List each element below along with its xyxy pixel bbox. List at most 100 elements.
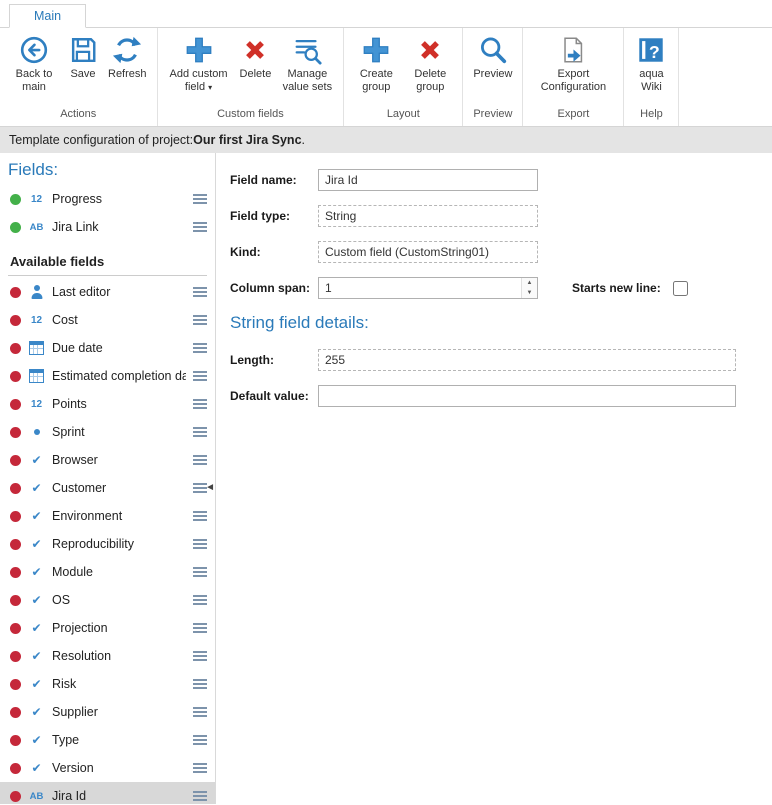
field-type-icon [28,341,45,355]
field-list-item[interactable]: Sprint [0,418,215,446]
drag-handle-icon[interactable] [193,371,207,382]
field-list-item[interactable]: ✔ Environment [0,502,215,530]
drag-handle-icon[interactable] [193,791,207,802]
delete-group-button[interactable]: Delete group [403,33,457,96]
refresh-button[interactable]: Refresh [103,33,152,83]
field-list-item[interactable]: ✔ Type [0,726,215,754]
starts-new-line-checkbox[interactable] [673,281,688,296]
field-list-item[interactable]: ✔ Supplier [0,698,215,726]
drag-handle-icon[interactable] [193,511,207,522]
drag-handle-icon[interactable] [193,707,207,718]
field-item-label: Module [52,565,186,579]
field-type-icon: ✔ [28,593,45,607]
manage-value-sets-button[interactable]: Manage value sets [276,33,338,96]
ribbon-group-label: Help [624,108,678,126]
delete-button[interactable]: Delete [235,33,277,83]
field-status-icon [10,194,21,205]
field-list-item[interactable]: Last editor [0,278,215,306]
drag-handle-icon[interactable] [193,679,207,690]
project-bar: Template configuration of project: Our f… [0,127,772,153]
field-status-icon [10,371,21,382]
drag-handle-icon[interactable] [193,623,207,634]
drag-handle-icon[interactable] [193,651,207,662]
drag-handle-icon[interactable] [193,287,207,298]
back-icon [19,35,49,65]
aqua-wiki-button[interactable]: ? aqua Wiki [629,33,673,96]
field-list-item[interactable]: ✔ Module [0,558,215,586]
button-label: Delete group [408,68,452,94]
drag-handle-icon[interactable] [193,567,207,578]
field-list-item[interactable]: ✔ Projection [0,614,215,642]
field-status-icon [10,315,21,326]
field-config-panel: Field name: Field type: Kind: Column spa… [216,153,772,804]
field-list-item[interactable]: ✔ Reproducibility [0,530,215,558]
manage-value-sets-icon [292,35,322,65]
create-group-button[interactable]: Create group [349,33,403,96]
project-bar-suffix: . [302,133,305,147]
drag-handle-icon[interactable] [193,343,207,354]
column-span-label: Column span: [230,281,318,295]
field-list-item[interactable]: 12 Progress [0,185,215,213]
tab-main[interactable]: Main [9,4,86,28]
button-label: aqua Wiki [634,68,668,94]
default-value-input[interactable] [318,385,736,407]
field-list-item[interactable]: AB Jira Link [0,213,215,241]
drag-handle-icon[interactable] [193,194,207,205]
field-type-icon [28,285,45,299]
length-input[interactable] [318,349,736,371]
sidebar-collapse-icon[interactable]: ◄ [205,483,215,493]
drag-handle-icon[interactable] [193,735,207,746]
field-item-label: Jira Id [52,789,186,803]
field-list-item[interactable]: Due date [0,334,215,362]
preview-button[interactable]: Preview [468,33,517,83]
drag-handle-icon[interactable] [193,763,207,774]
field-status-icon [10,455,21,466]
field-type-input[interactable] [318,205,538,227]
button-label: Preview [473,68,512,81]
field-item-label: Customer [52,481,186,495]
field-list-item[interactable]: 12 Cost [0,306,215,334]
field-status-icon [10,222,21,233]
field-list-item[interactable]: ✔ Risk [0,670,215,698]
export-configuration-button[interactable]: Export Configuration [528,33,618,96]
field-name-label: Field name: [230,173,318,187]
drag-handle-icon[interactable] [193,399,207,410]
kind-input[interactable] [318,241,538,263]
dropdown-caret-icon: ▾ [208,83,212,92]
field-status-icon [10,399,21,410]
drag-handle-icon[interactable] [193,315,207,326]
ribbon-group-preview: Preview Preview [463,28,523,126]
drag-handle-icon[interactable] [193,222,207,233]
save-button[interactable]: Save [63,33,103,83]
field-list-item[interactable]: ✔ Resolution [0,642,215,670]
field-list-item[interactable]: ✔ Customer [0,474,215,502]
button-label: Delete [240,68,272,81]
field-list-item[interactable]: ✔ Browser [0,446,215,474]
button-label: Create group [354,68,398,94]
length-row: Length: [230,349,758,371]
aqua-wiki-icon: ? [636,35,666,65]
back-to-main-button[interactable]: Back to main [5,33,63,96]
stepper-down-icon[interactable]: ▼ [522,288,537,298]
ribbon-group-label: Preview [463,108,522,126]
field-list-item[interactable]: 12 Points [0,390,215,418]
field-item-label: Supplier [52,705,186,719]
add-custom-field-button[interactable]: Add custom field ▾ [163,33,235,96]
field-list-item[interactable]: Estimated completion dat [0,362,215,390]
field-list-item[interactable]: ✔ Version [0,754,215,782]
drag-handle-icon[interactable] [193,595,207,606]
field-item-label: Risk [52,677,186,691]
delete-group-icon [415,35,445,65]
field-list-item[interactable]: AB Jira Id [0,782,215,804]
drag-handle-icon[interactable] [193,427,207,438]
field-status-icon [10,791,21,802]
button-label: Save [70,68,95,81]
column-span-input[interactable] [318,277,538,299]
field-list-item[interactable]: ✔ OS [0,586,215,614]
drag-handle-icon[interactable] [193,539,207,550]
stepper-up-icon[interactable]: ▲ [522,278,537,288]
ribbon-group-label: Custom fields [158,108,344,126]
field-name-input[interactable] [318,169,538,191]
drag-handle-icon[interactable] [193,455,207,466]
fields-sidebar: Fields: 12 Progress AB Jira Link Availab… [0,153,216,804]
